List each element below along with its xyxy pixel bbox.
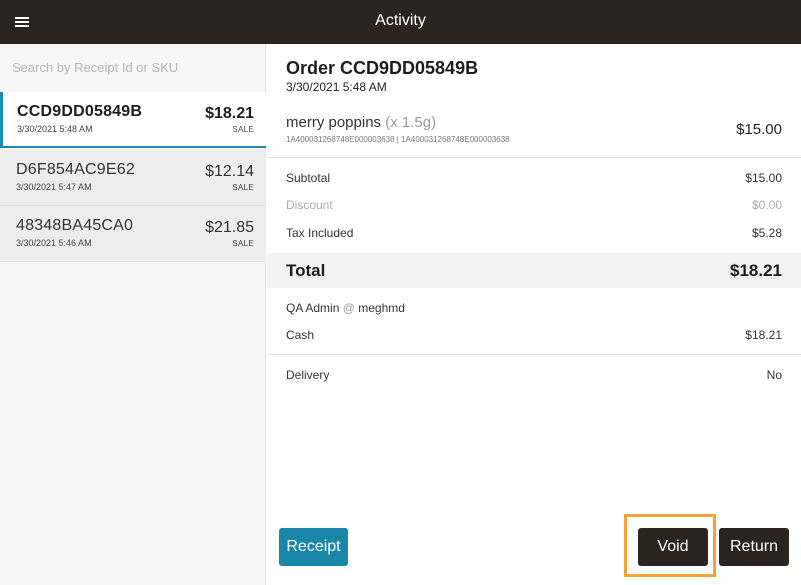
employee-row: QA Admin @ meghmd — [286, 301, 782, 315]
total-row: Total $18.21 — [267, 253, 801, 288]
subtotal-value: $15.00 — [745, 171, 782, 185]
order-amount: $12.14 — [205, 163, 254, 180]
tax-value: $5.28 — [751, 226, 782, 240]
order-title: Order CCD9DD05849B — [286, 58, 479, 78]
subtotal-row: Subtotal $15.00 — [286, 171, 782, 185]
discount-row: Discount $0.00 — [286, 198, 782, 212]
order-amount: $21.85 — [205, 219, 254, 236]
void-button[interactable]: Void — [638, 528, 708, 566]
line-item: merry poppins (x 1.5g) 1A400031268748E00… — [286, 114, 782, 144]
store-location: meghmd — [358, 301, 405, 315]
order-type: SALE — [232, 183, 254, 192]
order-datetime: 3/30/2021 5:48 AM — [286, 80, 387, 94]
order-list-item[interactable]: CCD9DD05849B 3/30/2021 5:48 AM $18.21 SA… — [0, 92, 266, 148]
page-title: Activity — [375, 12, 426, 29]
order-list-panel: CCD9DD05849B 3/30/2021 5:48 AM $18.21 SA… — [0, 44, 266, 585]
delivery-row: Delivery No — [286, 368, 782, 382]
tax-label: Tax Included — [286, 226, 354, 240]
payment-amount: $18.21 — [745, 328, 782, 342]
top-bar: Activity — [0, 0, 801, 44]
tax-row: Tax Included $5.28 — [286, 226, 782, 240]
subtotal-label: Subtotal — [286, 171, 331, 185]
order-list-item[interactable]: 48348BA45CA0 3/30/2021 5:46 AM $21.85 SA… — [0, 206, 266, 262]
divider — [267, 354, 801, 355]
receipt-button[interactable]: Receipt — [279, 528, 348, 566]
at-symbol: @ — [342, 301, 355, 315]
payment-method: Cash — [286, 328, 315, 342]
search-input[interactable] — [12, 60, 252, 75]
return-button[interactable]: Return — [719, 528, 789, 566]
order-date: 3/30/2021 5:47 AM — [16, 182, 92, 192]
payment-row: Cash $18.21 — [286, 328, 782, 342]
item-name: merry poppins — [286, 114, 382, 131]
employee-name: QA Admin — [286, 301, 340, 315]
delivery-label: Delivery — [286, 368, 330, 382]
order-id: CCD9DD05849B — [17, 103, 143, 120]
order-type: SALE — [232, 125, 254, 134]
discount-value: $0.00 — [751, 198, 782, 212]
order-id: 48348BA45CA0 — [16, 217, 134, 234]
order-list-item[interactable]: D6F854AC9E62 3/30/2021 5:47 AM $12.14 SA… — [0, 150, 266, 206]
order-date: 3/30/2021 5:48 AM — [17, 124, 93, 134]
order-type: SALE — [232, 239, 254, 248]
divider — [267, 157, 801, 158]
item-quantity: (x 1.5g) — [385, 114, 437, 131]
order-amount: $18.21 — [205, 105, 254, 122]
delivery-value: No — [766, 368, 782, 382]
total-label: Total — [286, 261, 326, 280]
order-date: 3/30/2021 5:46 AM — [16, 238, 92, 248]
item-price: $15.00 — [736, 121, 782, 138]
order-detail-panel: Order CCD9DD05849B 3/30/2021 5:48 AM mer… — [267, 44, 801, 585]
item-sku: 1A400031268748E000003638 | 1A40003126874… — [286, 135, 510, 144]
order-id: D6F854AC9E62 — [16, 161, 135, 178]
discount-label: Discount — [286, 198, 333, 212]
total-value: $18.21 — [730, 261, 782, 280]
